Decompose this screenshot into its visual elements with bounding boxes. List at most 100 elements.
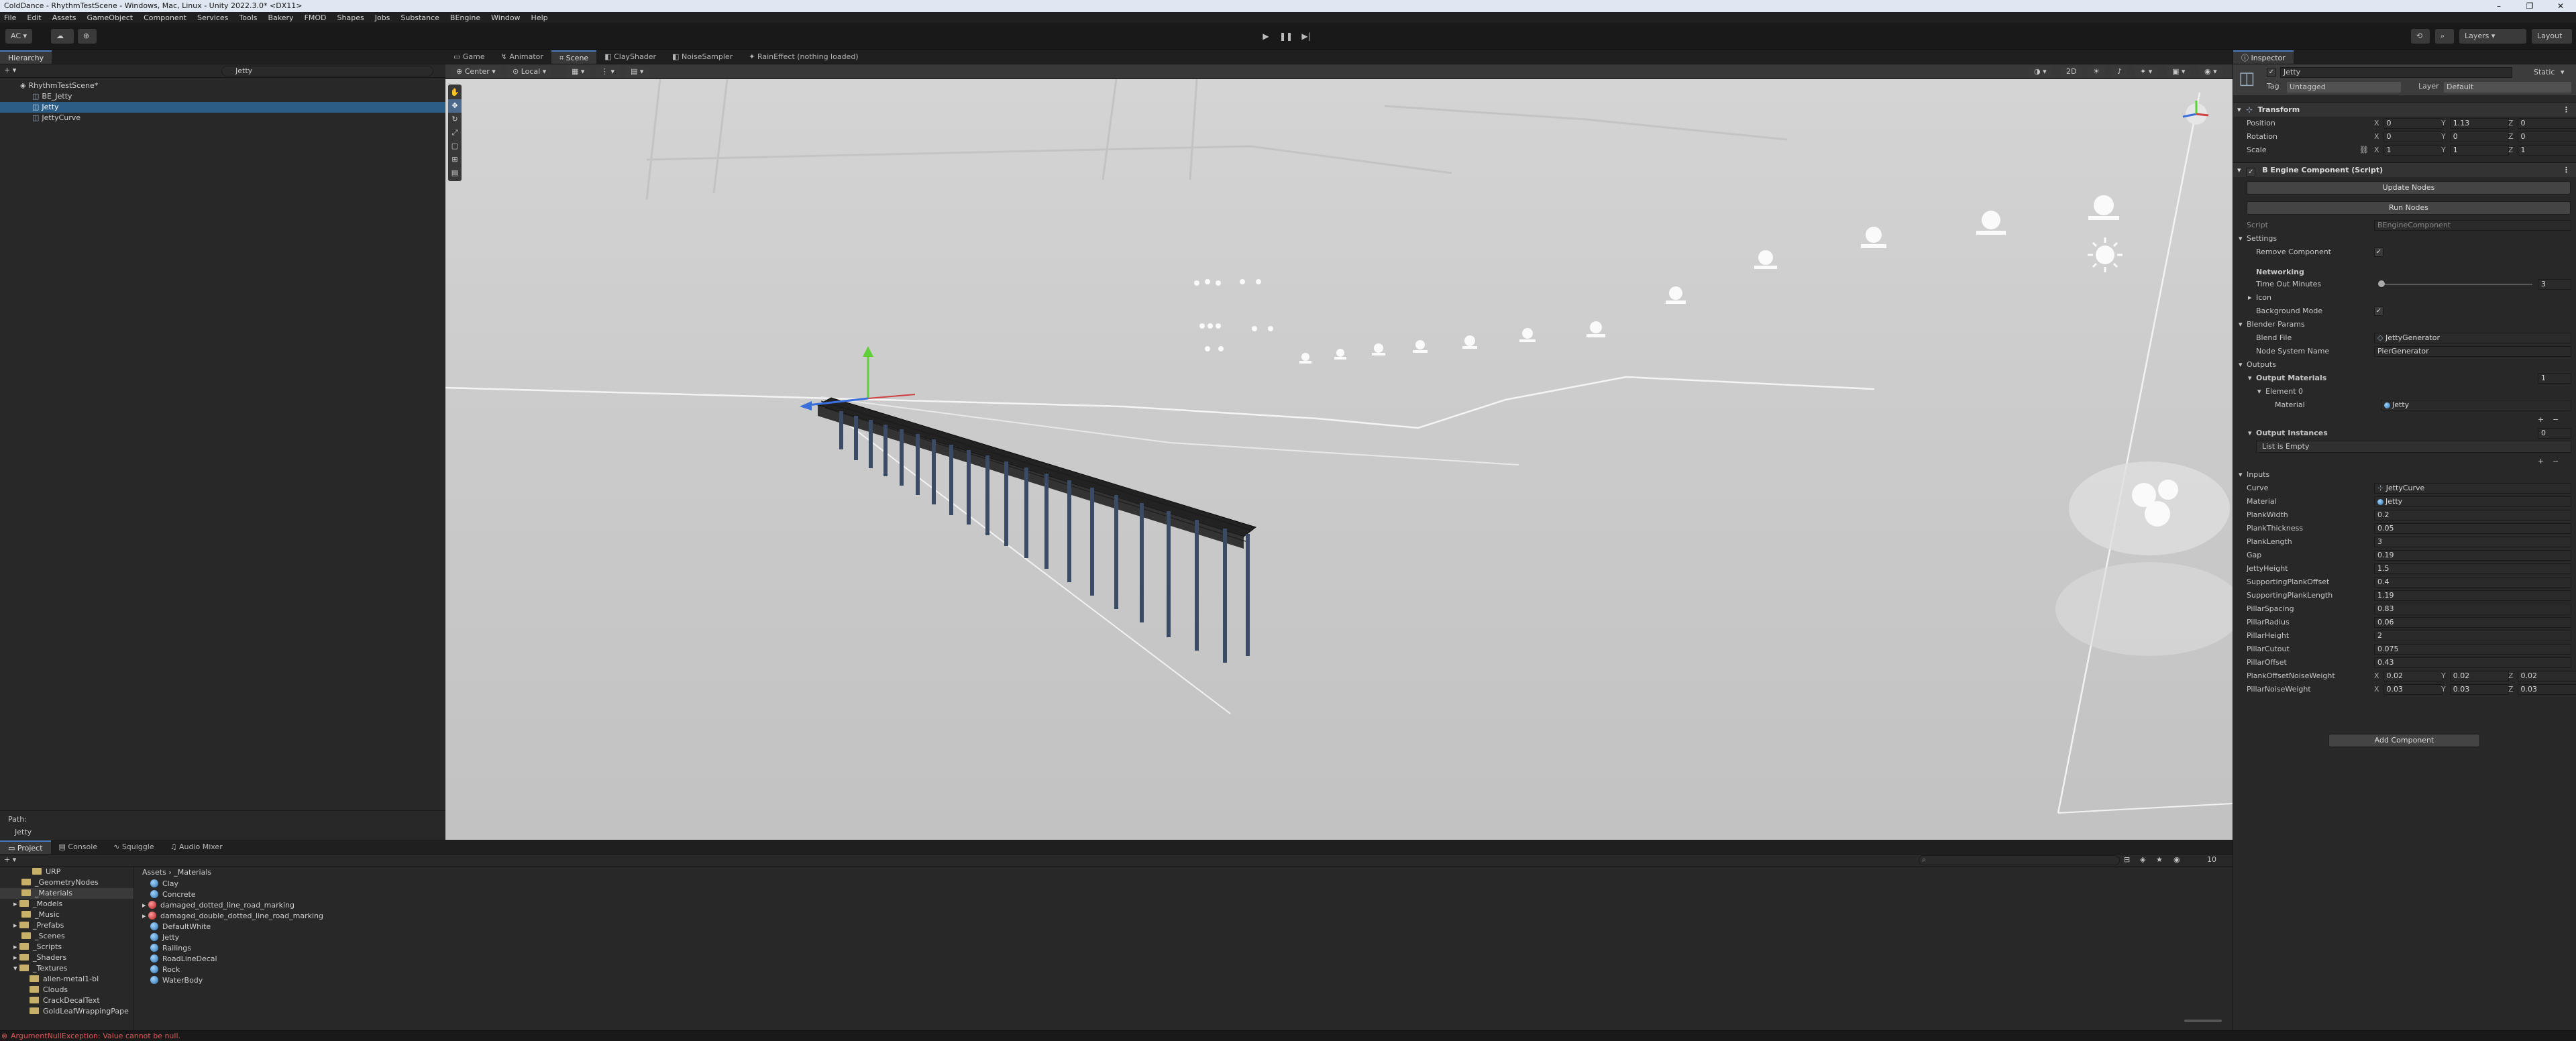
component-menu-icon[interactable]: ⋮ (2563, 103, 2570, 117)
menu-bakery[interactable]: Bakery (268, 13, 294, 22)
audio-icon[interactable]: ♪ (2112, 66, 2128, 78)
move-tool-icon[interactable]: ✥ (448, 99, 462, 113)
pause-button[interactable]: ❚❚ (1279, 30, 1293, 43)
input-field[interactable]: ⊹ JettyCurve (2374, 483, 2571, 494)
input-field[interactable]: 0.4 (2374, 577, 2571, 588)
folder-item[interactable]: _GeometryNodes (0, 877, 133, 888)
folder-item[interactable]: _Scenes (0, 931, 133, 942)
position-x[interactable]: 0 (2383, 118, 2443, 129)
tab-hierarchy[interactable]: Hierarchy (0, 50, 52, 64)
tab-raineffect[interactable]: ✦ RainEffect (nothing loaded) (741, 50, 866, 64)
asset-item[interactable]: Jetty (134, 932, 2233, 943)
scale-z[interactable]: 1 (2517, 145, 2576, 156)
noise-z[interactable]: 0.02 (2517, 671, 2576, 681)
active-checkbox[interactable]: ✓ (2267, 68, 2276, 77)
output-material-field[interactable]: Jetty (2381, 400, 2571, 410)
folder-item[interactable]: alien-metal1-bl (0, 974, 133, 985)
gizmos-icon[interactable]: ◉ ▾ (2199, 66, 2222, 78)
position-y[interactable]: 1.13 (2449, 118, 2509, 129)
rotate-tool-icon[interactable]: ↻ (448, 113, 462, 126)
asset-item[interactable]: DefaultWhite (134, 922, 2233, 932)
asset-item[interactable]: Concrete (134, 889, 2233, 900)
menu-substance[interactable]: Substance (400, 13, 439, 22)
status-message[interactable]: ArgumentNullException: Value cannot be n… (11, 1032, 180, 1040)
tab-squiggle[interactable]: ∿ Squiggle (105, 840, 162, 854)
tab-console[interactable]: ▤ Console (51, 840, 106, 854)
asset-item[interactable]: Railings (134, 943, 2233, 954)
asset-item[interactable]: Rock (134, 965, 2233, 975)
menu-assets[interactable]: Assets (52, 13, 76, 22)
input-field[interactable]: Jetty (2374, 496, 2571, 507)
rotation-x[interactable]: 0 (2383, 131, 2443, 142)
minimize-button[interactable]: – (2483, 0, 2514, 12)
menu-bengine[interactable]: BEngine (450, 13, 480, 22)
settings-foldout[interactable]: ▾ Settings (2233, 232, 2576, 245)
static-dropdown-icon[interactable]: ▾ (2561, 68, 2565, 76)
layers-dropdown[interactable]: Layers ▾ (2459, 29, 2526, 44)
input-field[interactable]: 0.19 (2374, 550, 2571, 561)
tab-scene[interactable]: ⌗ Scene (551, 50, 597, 64)
hierarchy-search-input[interactable]: Jetty (221, 66, 433, 76)
remove-component-checkbox[interactable]: ✓ (2374, 248, 2383, 257)
icon-foldout[interactable]: ▸ Icon (2233, 291, 2576, 305)
constrain-proportions-icon[interactable]: ⛓ (2359, 144, 2369, 157)
run-nodes-button[interactable]: Run Nodes (2247, 201, 2571, 215)
collab-icon[interactable]: ⊕ (78, 29, 97, 44)
hierarchy-item-jettycurve[interactable]: ◫ JettyCurve (0, 113, 445, 123)
scene-viewport[interactable]: ✋ ✥ ↻ ⤢ ▢ ⊞ ▤ (445, 79, 2233, 840)
menu-help[interactable]: Help (531, 13, 548, 22)
history-icon[interactable]: ⟲ (2411, 29, 2430, 44)
input-field[interactable]: 1.5 (2374, 563, 2571, 574)
blender-params-foldout[interactable]: ▾ Blender Params (2233, 318, 2576, 331)
transform-tool-icon[interactable]: ⊞ (448, 153, 462, 166)
folder-item[interactable]: ▾ _Textures (0, 963, 133, 974)
breadcrumb-item[interactable]: _Materials (174, 868, 211, 877)
object-name-input[interactable]: Jetty (2280, 67, 2512, 78)
remove-element-icon[interactable]: − (2553, 413, 2559, 427)
menu-services[interactable]: Services (197, 13, 228, 22)
grid-visibility-icon[interactable]: ▤ ▾ (625, 66, 649, 78)
search-icon[interactable]: ⌕ (2435, 29, 2454, 44)
blend-file-field[interactable]: ◇ JettyGenerator (2374, 333, 2571, 343)
bengine-header[interactable]: ▾ ✓ B Engine Component (Script) ⋮ (2233, 162, 2576, 177)
remove-element-icon[interactable]: − (2553, 455, 2559, 468)
input-field[interactable]: 0.83 (2374, 604, 2571, 614)
zoom-slider[interactable] (2184, 1020, 2222, 1022)
grid-snap-icon[interactable]: ▦ ▾ (566, 66, 590, 78)
close-button[interactable]: ✕ (2545, 0, 2576, 12)
favorite-icon[interactable]: ★ (2156, 855, 2163, 864)
tab-clayshader[interactable]: ◧ ClayShader (596, 50, 664, 64)
maximize-button[interactable]: ❐ (2514, 0, 2545, 12)
input-field[interactable]: 0.075 (2374, 644, 2571, 655)
noise-x[interactable]: 0.03 (2383, 684, 2443, 695)
input-field[interactable]: 0.06 (2374, 617, 2571, 628)
2d-toggle-icon[interactable]: 2D (2061, 66, 2082, 78)
transform-header[interactable]: ▾ ⊹ Transform ⋮ (2233, 102, 2576, 117)
input-field[interactable]: 3 (2374, 537, 2571, 547)
folder-item[interactable]: ▸ _Models (0, 899, 133, 910)
project-search-input[interactable]: ⌕ (1919, 855, 2120, 865)
menu-component[interactable]: Component (144, 13, 186, 22)
rect-tool-icon[interactable]: ▢ (448, 140, 462, 153)
asset-item[interactable]: ▸ damaged_dotted_line_road_marking (134, 900, 2233, 911)
draw-mode-icon[interactable]: ◑ ▾ (2029, 66, 2052, 78)
tab-project[interactable]: ▭ Project (0, 840, 51, 854)
menu-gameobject[interactable]: GameObject (87, 13, 133, 22)
cloud-icon[interactable]: ☁ (51, 29, 74, 44)
tab-inspector[interactable]: ⓘ Inspector (2233, 50, 2294, 64)
add-element-icon[interactable]: + (2538, 413, 2544, 427)
output-materials-foldout[interactable]: ▾ Output Materials 1 (2233, 372, 2576, 385)
input-field[interactable]: 0.43 (2374, 657, 2571, 668)
tab-noisesampler[interactable]: ◧ NoiseSampler (664, 50, 741, 64)
asset-item[interactable]: ▸ damaged_double_dotted_line_road_markin… (134, 911, 2233, 922)
add-icon[interactable]: + ▾ (4, 66, 16, 74)
folder-item[interactable]: Clouds (0, 985, 133, 995)
timeout-slider-handle[interactable] (2378, 280, 2385, 287)
account-button[interactable]: AC ▾ (5, 29, 33, 44)
rotation-y[interactable]: 0 (2449, 131, 2509, 142)
tab-animator[interactable]: ↯ Animator (493, 50, 551, 64)
inputs-foldout[interactable]: ▾ Inputs (2233, 468, 2576, 482)
hierarchy-item-scene[interactable]: ◈ RhythmTestScene* (0, 80, 445, 91)
timeout-value[interactable]: 3 (2538, 279, 2571, 290)
menu-window[interactable]: Window (491, 13, 520, 22)
